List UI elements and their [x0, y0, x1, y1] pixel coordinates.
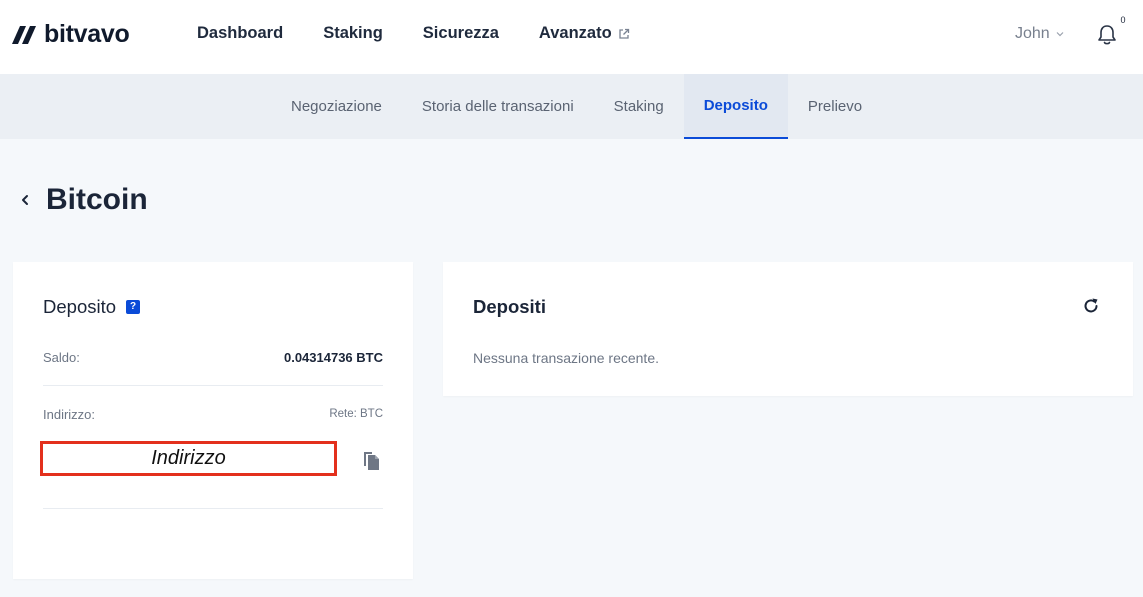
brand-name: bitvavo — [44, 19, 130, 48]
tab-prelievo[interactable]: Prelievo — [788, 74, 882, 139]
divider-bottom — [43, 508, 383, 509]
tab-deposito[interactable]: Deposito — [683, 74, 788, 139]
back-chevron-icon[interactable] — [20, 193, 30, 207]
tab-staking-label: Staking — [613, 98, 664, 115]
nav-sicurezza-label: Sicurezza — [422, 24, 499, 42]
sub-nav: Negoziazione Storia delle transazioni St… — [0, 74, 1143, 139]
nav-staking[interactable]: Staking — [323, 24, 383, 43]
address-field[interactable]: Indirizzo — [40, 441, 337, 476]
deposits-card: Depositi Nessuna transazione recente. — [443, 262, 1133, 396]
notification-count: 0 — [1120, 15, 1126, 25]
tab-negoziazione[interactable]: Negoziazione — [271, 74, 402, 139]
nav-dashboard-label: Dashboard — [197, 24, 284, 42]
top-header: bitvavo Dashboard Staking Sicurezza Avan… — [0, 0, 1143, 74]
balance-value: 0.04314736 BTC — [283, 350, 383, 365]
nav-avanzato[interactable]: Avanzato — [539, 24, 630, 43]
user-menu[interactable]: John — [1015, 25, 1064, 43]
deposit-card-title: Deposito ? — [43, 296, 141, 318]
divider — [43, 385, 383, 386]
main-nav: Dashboard Staking Sicurezza Avanzato — [197, 24, 630, 43]
page-title: Bitcoin — [46, 183, 148, 216]
chevron-down-icon — [1056, 32, 1064, 37]
network-label: Rete: BTC — [329, 408, 383, 420]
tab-storia-transazioni-label: Storia delle transazioni — [421, 98, 574, 115]
address-label: Indirizzo: — [43, 407, 96, 422]
tab-storia-transazioni[interactable]: Storia delle transazioni — [402, 74, 594, 139]
nav-sicurezza[interactable]: Sicurezza — [423, 24, 499, 43]
bitvavo-logo[interactable]: bitvavo — [12, 19, 130, 48]
tab-deposito-label: Deposito — [703, 97, 768, 114]
copy-icon[interactable] — [361, 449, 381, 471]
nav-dashboard[interactable]: Dashboard — [197, 24, 283, 43]
help-icon[interactable]: ? — [126, 300, 141, 314]
bell-icon[interactable] — [1097, 24, 1117, 46]
tab-prelievo-label: Prelievo — [807, 98, 863, 115]
deposit-title-text: Deposito — [43, 296, 117, 317]
address-value: Indirizzo — [151, 447, 226, 469]
logo-mark-icon — [12, 26, 36, 44]
balance-label: Saldo: — [43, 350, 80, 365]
refresh-icon[interactable] — [1082, 297, 1100, 315]
page-title-row: Bitcoin — [20, 183, 148, 217]
user-name: John — [1015, 25, 1050, 42]
tab-staking[interactable]: Staking — [594, 74, 684, 139]
nav-staking-label: Staking — [323, 24, 383, 42]
external-link-icon — [619, 28, 629, 39]
nav-avanzato-label: Avanzato — [538, 24, 612, 42]
deposits-title: Depositi — [473, 296, 546, 317]
deposit-card: Deposito ? Saldo: 0.04314736 BTC Indiriz… — [13, 262, 413, 579]
empty-transactions-message: Nessuna transazione recente. — [473, 350, 659, 366]
tab-negoziazione-label: Negoziazione — [291, 98, 382, 115]
